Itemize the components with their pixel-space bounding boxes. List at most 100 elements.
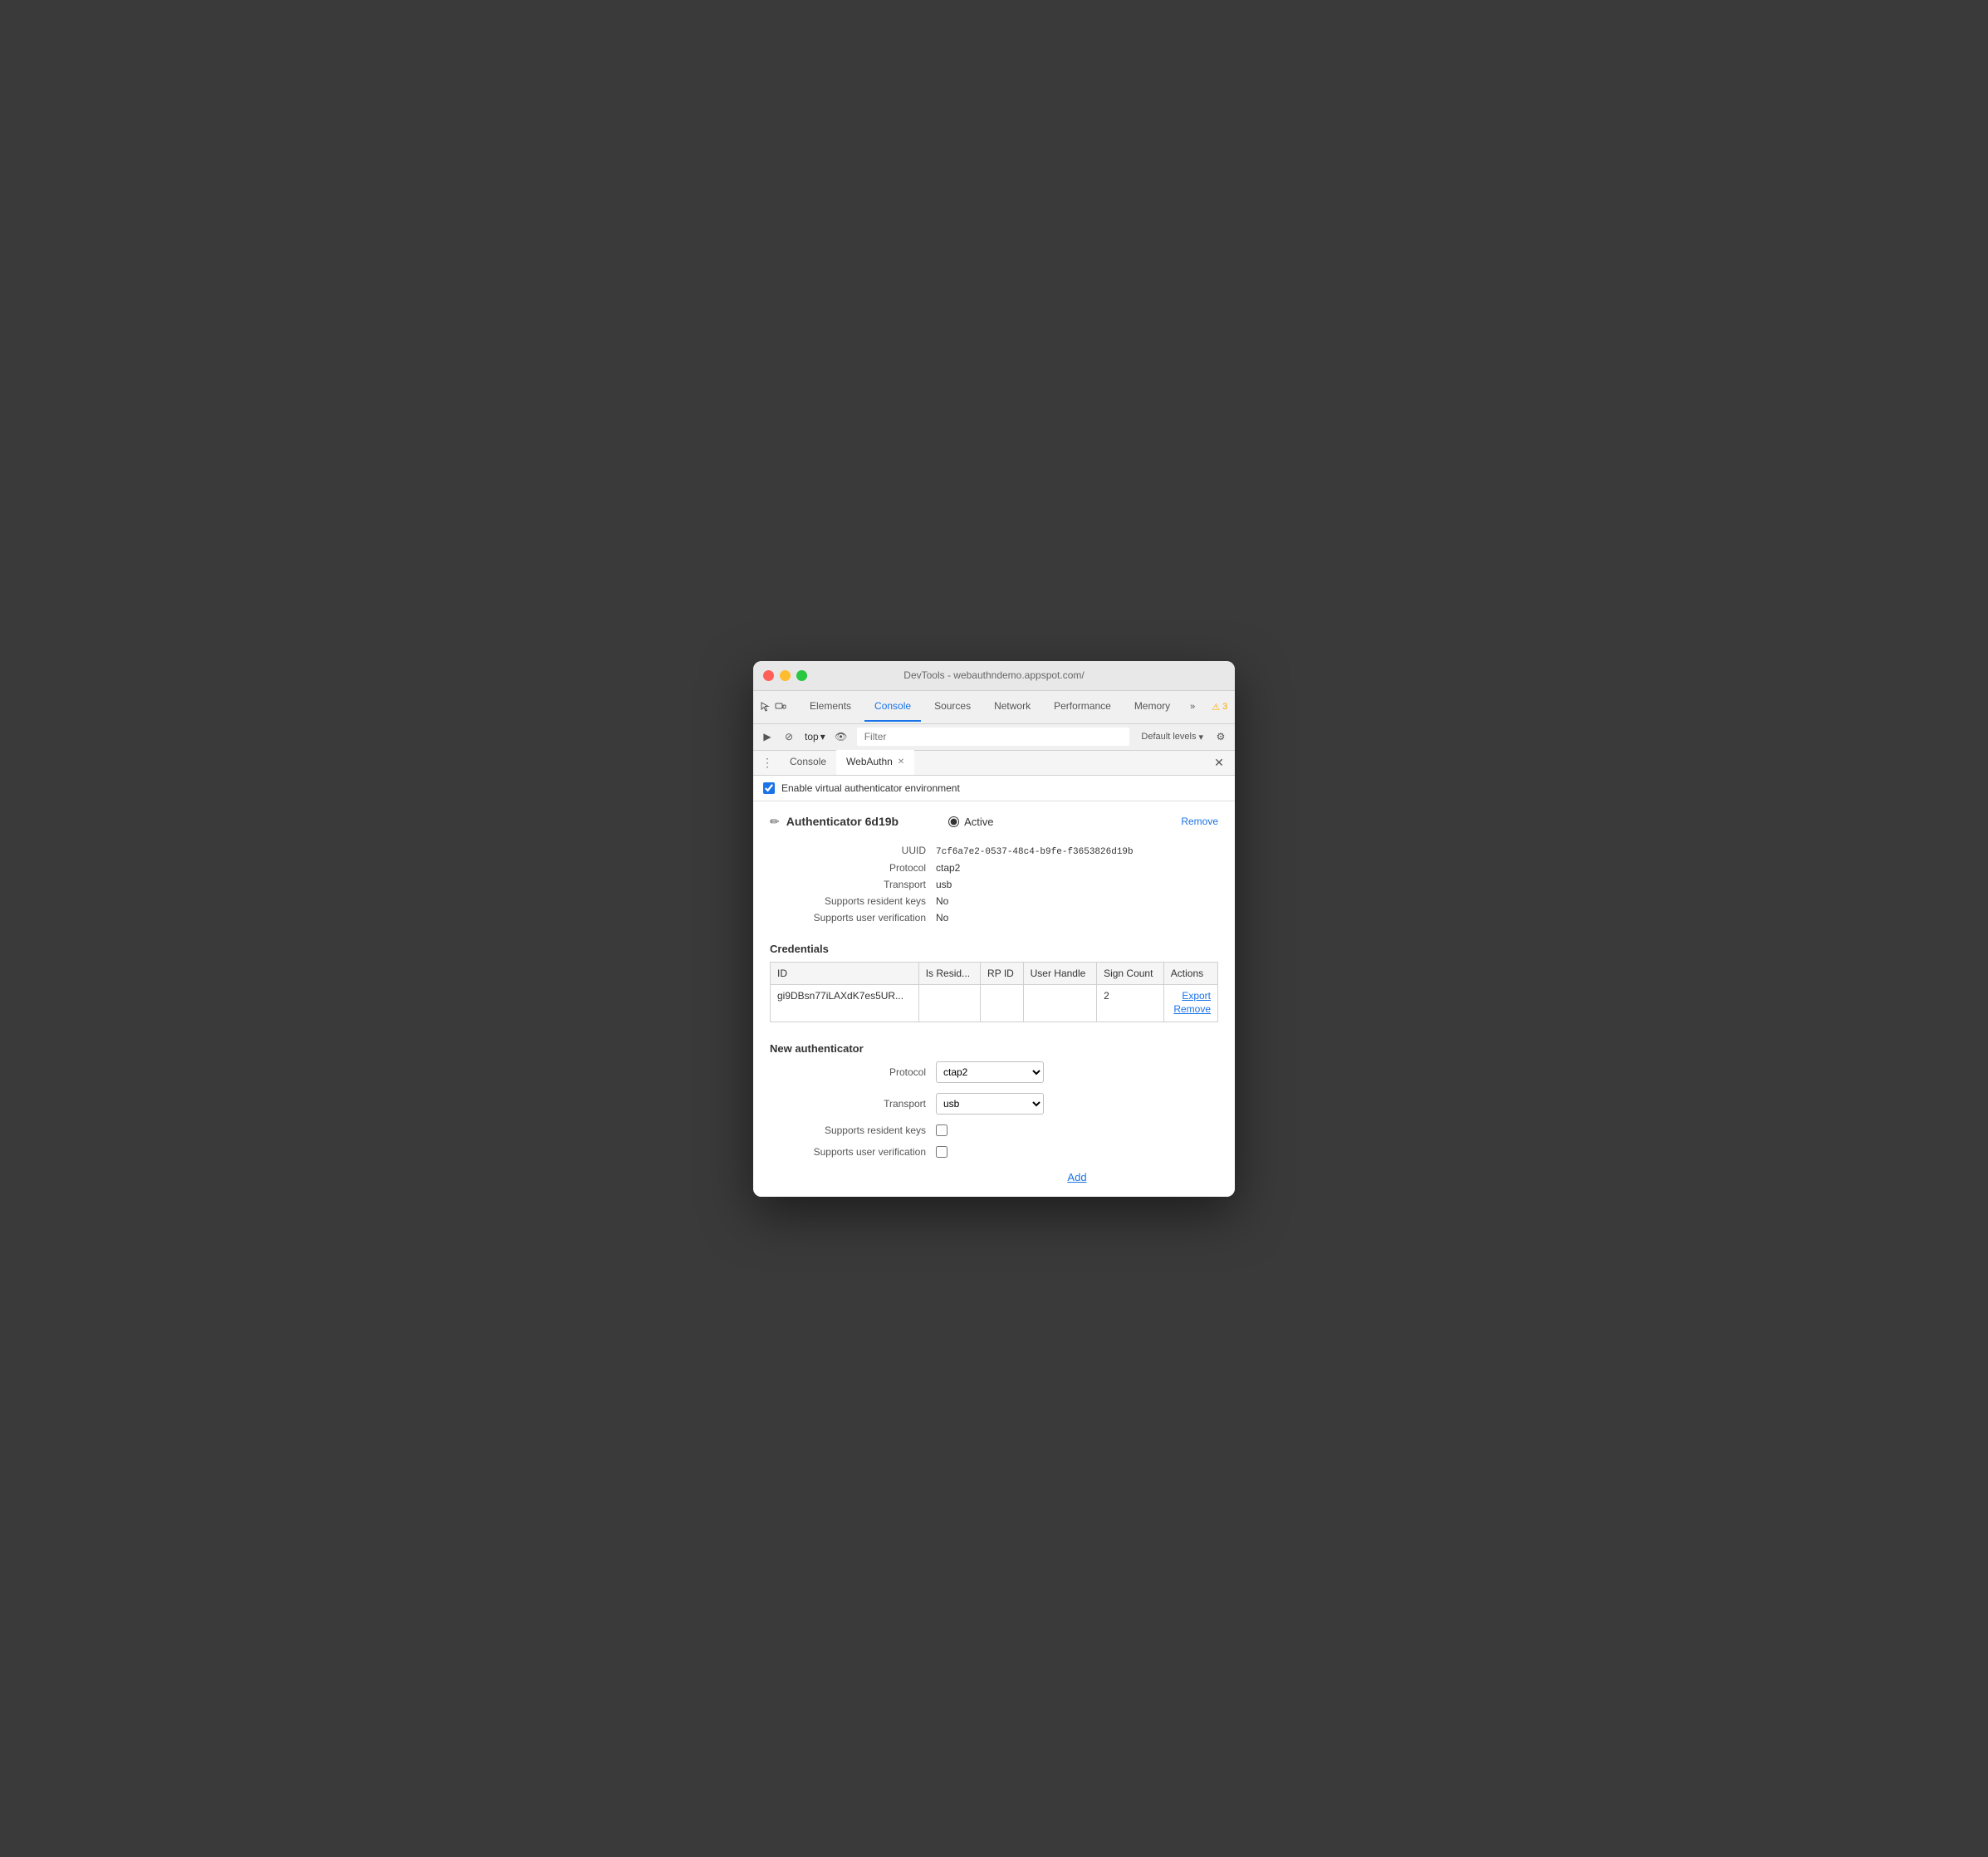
authenticator-title-group: ✏ Authenticator 6d19b xyxy=(770,815,899,829)
enable-virtual-authenticator-row: Enable virtual authenticator environment xyxy=(753,776,1235,801)
panel-tabs: ⋮ Console WebAuthn ✕ ✕ xyxy=(753,751,1235,776)
remove-authenticator-link[interactable]: Remove xyxy=(1181,816,1218,827)
col-rp-id: RP ID xyxy=(981,962,1024,984)
active-radio-group: Active xyxy=(948,816,993,828)
user-verification-label: Supports user verification xyxy=(770,912,936,924)
panel-tab-webauthn[interactable]: WebAuthn ✕ xyxy=(836,750,914,775)
tab-memory[interactable]: Memory xyxy=(1124,692,1180,722)
resident-keys-label: Supports resident keys xyxy=(770,895,936,907)
col-actions: Actions xyxy=(1163,962,1217,984)
new-auth-resident-keys-checkbox[interactable] xyxy=(936,1124,947,1136)
panel-close-button[interactable]: ✕ xyxy=(1210,753,1228,772)
credentials-table: ID Is Resid... RP ID User Handle Sign Co… xyxy=(770,962,1218,1022)
eye-button[interactable]: 👁 xyxy=(832,728,850,746)
protocol-row: Protocol ctap2 xyxy=(770,860,1218,876)
credentials-section-title: Credentials xyxy=(770,943,1218,955)
panel-tab-webauthn-label: WebAuthn xyxy=(846,756,893,767)
credentials-table-header-row: ID Is Resid... RP ID User Handle Sign Co… xyxy=(771,962,1218,984)
stop-button[interactable]: ⊘ xyxy=(780,728,798,746)
maximize-button[interactable] xyxy=(796,670,807,681)
window-controls xyxy=(763,670,807,681)
remove-credential-link[interactable]: Remove xyxy=(1171,1003,1211,1015)
credential-row: gi9DBsn77iLAXdK7es5UR... 2 Export Remove xyxy=(771,984,1218,1022)
credential-actions: Export Remove xyxy=(1163,984,1217,1022)
chevron-down-icon: ▾ xyxy=(820,731,825,742)
enable-virtual-authenticator-checkbox[interactable] xyxy=(763,782,775,794)
new-auth-transport-row: Transport usb nfc ble internal xyxy=(770,1093,1218,1115)
console-toolbar: ▶ ⊘ top ▾ 👁 Default levels ▾ ⚙ xyxy=(753,724,1235,751)
more-tabs-button[interactable]: » xyxy=(1183,702,1202,712)
enable-virtual-authenticator-label: Enable virtual authenticator environment xyxy=(781,782,960,794)
warning-badge[interactable]: ⚠ 3 xyxy=(1205,702,1234,713)
tab-performance[interactable]: Performance xyxy=(1044,692,1121,722)
new-auth-protocol-row: Protocol ctap2 u2f xyxy=(770,1061,1218,1083)
close-webauthn-tab-button[interactable]: ✕ xyxy=(898,757,904,767)
panel-menu-button[interactable]: ⋮ xyxy=(760,756,775,770)
inspect-element-button[interactable] xyxy=(760,695,771,718)
new-auth-protocol-select[interactable]: ctap2 u2f xyxy=(936,1061,1044,1083)
credential-rp-id xyxy=(981,984,1024,1022)
active-label: Active xyxy=(964,816,993,828)
protocol-value: ctap2 xyxy=(936,862,960,874)
transport-row: Transport usb xyxy=(770,876,1218,893)
new-auth-transport-label: Transport xyxy=(770,1098,936,1110)
new-auth-protocol-label: Protocol xyxy=(770,1066,936,1078)
tab-sources[interactable]: Sources xyxy=(924,692,981,722)
main-content: ✏ Authenticator 6d19b Active Remove UUID… xyxy=(753,801,1235,1197)
protocol-label: Protocol xyxy=(770,862,936,874)
credential-is-resident xyxy=(918,984,980,1022)
run-button[interactable]: ▶ xyxy=(758,728,776,746)
credential-user-handle xyxy=(1023,984,1096,1022)
panel-tab-console-label: Console xyxy=(790,756,826,767)
close-button[interactable] xyxy=(763,670,774,681)
window-title: DevTools - webauthndemo.appspot.com/ xyxy=(903,669,1084,681)
uuid-value: 7cf6a7e2-0537-48c4-b9fe-f3653826d19b xyxy=(936,847,1134,857)
uuid-label: UUID xyxy=(770,845,936,856)
edit-authenticator-icon[interactable]: ✏ xyxy=(770,815,780,829)
authenticator-properties: UUID 7cf6a7e2-0537-48c4-b9fe-f3653826d19… xyxy=(770,842,1218,926)
active-radio[interactable] xyxy=(948,816,959,827)
minimize-button[interactable] xyxy=(780,670,791,681)
resident-keys-row: Supports resident keys No xyxy=(770,893,1218,909)
panel-tab-console[interactable]: Console xyxy=(780,750,836,775)
transport-label: Transport xyxy=(770,879,936,890)
new-auth-transport-select[interactable]: usb nfc ble internal xyxy=(936,1093,1044,1115)
console-settings-button[interactable]: ⚙ xyxy=(1212,728,1230,746)
new-auth-user-verification-label: Supports user verification xyxy=(770,1146,936,1158)
device-toolbar-button[interactable] xyxy=(775,695,786,718)
default-levels-dropdown[interactable]: Default levels ▾ xyxy=(1136,730,1208,744)
top-label: top xyxy=(805,731,819,742)
col-user-handle: User Handle xyxy=(1023,962,1096,984)
default-levels-label: Default levels xyxy=(1141,732,1196,742)
new-authenticator-section-title: New authenticator xyxy=(770,1042,1218,1055)
new-auth-user-verification-row: Supports user verification xyxy=(770,1146,1218,1158)
export-credential-link[interactable]: Export xyxy=(1171,990,1211,1002)
filter-input[interactable] xyxy=(857,728,1130,746)
titlebar: DevTools - webauthndemo.appspot.com/ xyxy=(753,661,1235,691)
new-authenticator-form: Protocol ctap2 u2f Transport usb nfc ble… xyxy=(770,1061,1218,1183)
context-selector[interactable]: top ▾ xyxy=(801,729,829,744)
chevron-down-icon: ▾ xyxy=(1198,732,1203,742)
new-auth-user-verification-checkbox[interactable] xyxy=(936,1146,947,1158)
devtools-toolbar: Elements Console Sources Network Perform… xyxy=(753,691,1235,724)
transport-value: usb xyxy=(936,879,952,890)
credential-id: gi9DBsn77iLAXdK7es5UR... xyxy=(771,984,919,1022)
devices-icon xyxy=(775,701,786,713)
uuid-row: UUID 7cf6a7e2-0537-48c4-b9fe-f3653826d19… xyxy=(770,842,1218,860)
user-verification-row: Supports user verification No xyxy=(770,909,1218,926)
add-authenticator-link[interactable]: Add xyxy=(770,1171,1218,1183)
tab-elements[interactable]: Elements xyxy=(800,692,861,722)
col-is-resident: Is Resid... xyxy=(918,962,980,984)
cursor-icon xyxy=(760,701,771,713)
col-sign-count: Sign Count xyxy=(1097,962,1164,984)
tab-console[interactable]: Console xyxy=(864,692,921,722)
credential-sign-count: 2 xyxy=(1097,984,1164,1022)
warning-count: 3 xyxy=(1222,702,1227,712)
authenticator-title: Authenticator 6d19b xyxy=(786,815,899,828)
authenticator-header: ✏ Authenticator 6d19b Active Remove xyxy=(770,815,1218,829)
warning-icon: ⚠ xyxy=(1212,702,1220,713)
col-id: ID xyxy=(771,962,919,984)
new-auth-resident-keys-label: Supports resident keys xyxy=(770,1124,936,1136)
tab-network[interactable]: Network xyxy=(984,692,1041,722)
resident-keys-value: No xyxy=(936,895,948,907)
